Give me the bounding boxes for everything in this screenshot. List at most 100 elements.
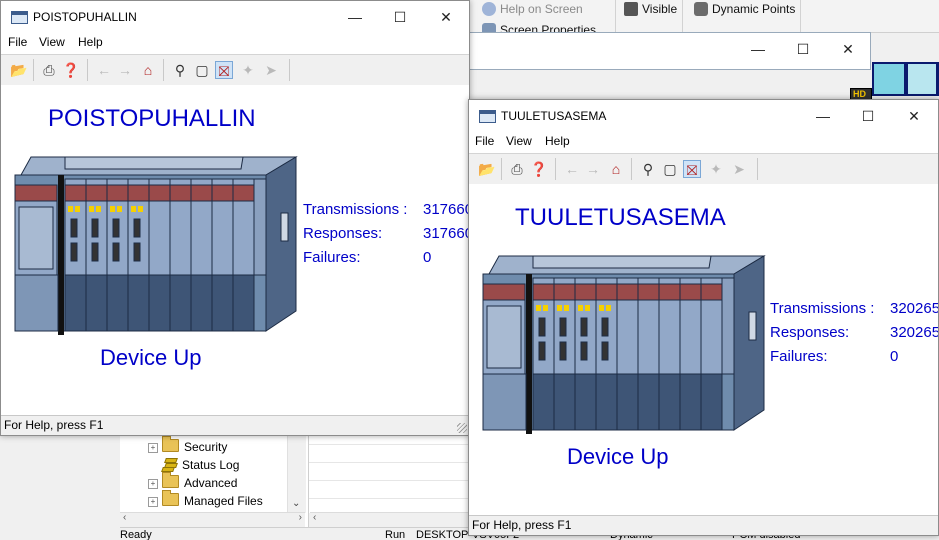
pushpin-icon[interactable]: ➤	[730, 160, 748, 178]
transmissions-label: Transmissions :	[303, 201, 408, 218]
print-icon[interactable]: ⎙	[508, 160, 526, 178]
expand-icon[interactable]: +	[148, 497, 158, 507]
chevron-right-icon[interactable]: ›	[299, 512, 302, 523]
responses-label: Responses:	[303, 225, 383, 242]
tree-item-security[interactable]: + Security	[148, 436, 227, 456]
transmissions-value: 317660	[423, 201, 469, 218]
home-icon[interactable]: ⌂	[139, 61, 157, 79]
print-icon[interactable]: ⎙	[40, 61, 58, 79]
zoom-icon[interactable]: ⚲	[639, 160, 657, 178]
chevron-left-icon[interactable]: ‹	[313, 512, 316, 523]
dynamic-points-button[interactable]: Dynamic Points	[692, 0, 795, 18]
list-horizontal-scrollbar[interactable]: ‹	[310, 512, 470, 527]
open-folder-icon[interactable]: 📂	[478, 160, 496, 178]
toolbar: 📂 ⎙ ❓ ← → ⌂ ⚲ ▢ ⛝ ✦ ➤	[1, 54, 469, 86]
ribbon-separator	[800, 0, 801, 32]
window-app-icon	[479, 110, 496, 123]
help-on-screen-button[interactable]: Help on Screen	[480, 0, 583, 18]
screen-properties-button[interactable]: Screen Properties	[480, 21, 596, 32]
toolbar: 📂 ⎙ ❓ ← → ⌂ ⚲ ▢ ⛝ ✦ ➤	[469, 153, 938, 185]
menu-bar: File View Help	[469, 132, 938, 152]
visible-button[interactable]: Visible	[622, 0, 677, 18]
device-view: TUULETUSASEMA Transmissions : 320265 Res…	[469, 184, 938, 516]
menu-help[interactable]: Help	[545, 134, 570, 148]
expand-icon[interactable]: +	[148, 479, 158, 489]
plc-device-icon	[14, 156, 298, 335]
menu-bar: File View Help	[1, 33, 469, 53]
maximize-button[interactable]: ☐	[845, 100, 891, 132]
zoom-out-icon[interactable]: ⛝	[215, 61, 233, 79]
screen-properties-icon	[482, 23, 496, 32]
tree-vertical-scrollbar[interactable]: ⌄	[287, 435, 306, 513]
background-ribbon: Help on Screen Screen Properties Visible…	[470, 0, 939, 33]
zoom-area-icon[interactable]: ▢	[661, 160, 679, 178]
device-window-poistopuhallin[interactable]: POISTOPUHALLIN — ☐ ✕ File View Help 📂 ⎙ …	[0, 0, 470, 436]
close-button[interactable]: ✕	[825, 33, 871, 65]
chevron-down-icon[interactable]: ⌄	[292, 498, 300, 509]
context-help-icon[interactable]: ❓	[530, 160, 548, 178]
zoom-area-icon[interactable]: ▢	[193, 61, 211, 79]
back-arrow-icon[interactable]: ←	[563, 160, 581, 178]
close-button[interactable]: ✕	[891, 100, 937, 132]
ribbon-separator	[615, 0, 616, 32]
zoom-icon[interactable]: ⚲	[171, 61, 189, 79]
background-list-pane[interactable]	[309, 435, 470, 513]
plc-device-icon	[482, 255, 766, 434]
window-title: TUULETUSASEMA	[501, 109, 607, 123]
tree-item-status-log[interactable]: Status Log	[161, 456, 239, 474]
dynamic-points-icon	[694, 2, 708, 16]
device-view: POISTOPUHALLIN Transmissions : 317660 Re…	[1, 85, 469, 417]
pan-icon[interactable]: ✦	[239, 61, 257, 79]
title-bar[interactable]: POISTOPUHALLIN — ☐ ✕	[1, 1, 469, 33]
zoom-out-icon[interactable]: ⛝	[683, 160, 701, 178]
failures-label: Failures:	[303, 249, 361, 266]
responses-label: Responses:	[770, 324, 850, 341]
status-bar: For Help, press F1	[469, 515, 938, 535]
minimize-button[interactable]: —	[735, 33, 781, 65]
title-bar[interactable]: TUULETUSASEMA — ☐ ✕	[469, 100, 938, 132]
resize-grip-icon[interactable]	[457, 423, 467, 433]
tree-horizontal-scrollbar[interactable]: ‹ ›	[120, 512, 305, 527]
tree-item-advanced[interactable]: + Advanced	[148, 472, 237, 492]
forward-arrow-icon[interactable]: →	[116, 61, 134, 79]
open-folder-icon[interactable]: 📂	[10, 61, 28, 79]
home-icon[interactable]: ⌂	[607, 160, 625, 178]
maximize-button[interactable]: ☐	[377, 1, 423, 33]
minimize-button[interactable]: —	[332, 1, 378, 33]
maximize-button[interactable]: ☐	[780, 33, 826, 65]
background-toolbar	[470, 86, 870, 100]
menu-help[interactable]: Help	[78, 35, 103, 49]
blank-background-window[interactable]: — ☐ ✕	[469, 32, 871, 70]
background-graphic-area	[872, 62, 939, 96]
help-icon	[482, 2, 496, 16]
tree-item-managed-files[interactable]: + Managed Files	[148, 490, 263, 510]
menu-file[interactable]: File	[8, 35, 27, 49]
failures-value: 0	[423, 249, 432, 266]
status-log-icon	[161, 457, 178, 472]
menu-file[interactable]: File	[475, 134, 494, 148]
window-app-icon	[11, 11, 28, 24]
responses-value: 317660	[423, 225, 469, 242]
pushpin-icon[interactable]: ➤	[262, 61, 280, 79]
forward-arrow-icon[interactable]: →	[584, 160, 602, 178]
device-window-tuuletusasema[interactable]: TUULETUSASEMA — ☐ ✕ File View Help 📂 ⎙ ❓…	[468, 99, 939, 536]
expand-icon[interactable]: +	[148, 443, 158, 453]
window-title: POISTOPUHALLIN	[33, 10, 137, 24]
minimize-button[interactable]: —	[800, 100, 846, 132]
close-button[interactable]: ✕	[423, 1, 469, 33]
menu-view[interactable]: View	[506, 134, 532, 148]
context-help-icon[interactable]: ❓	[62, 61, 80, 79]
folder-icon	[162, 490, 179, 506]
failures-value: 0	[890, 348, 899, 365]
pan-icon[interactable]: ✦	[707, 160, 725, 178]
chevron-left-icon[interactable]: ‹	[123, 512, 126, 523]
status-text: For Help, press F1	[472, 518, 572, 532]
device-title: POISTOPUHALLIN	[48, 105, 256, 132]
menu-view[interactable]: View	[39, 35, 65, 49]
ribbon-separator	[682, 0, 683, 32]
device-status: Device Up	[100, 345, 202, 370]
device-status: Device Up	[567, 444, 669, 469]
folder-icon	[162, 472, 179, 488]
plc-rack-illustration	[482, 255, 766, 434]
back-arrow-icon[interactable]: ←	[95, 61, 113, 79]
